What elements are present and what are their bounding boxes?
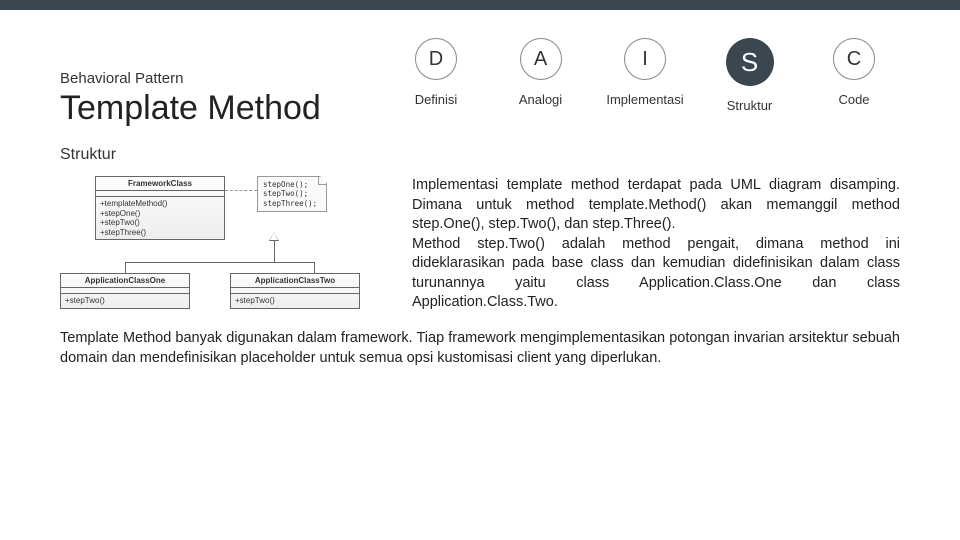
uml-diagram: FrameworkClass +templateMethod() +stepOn…: [60, 176, 390, 313]
uml-child-two: ApplicationClassTwo +stepTwo(): [230, 273, 360, 309]
tab-analogi[interactable]: A Analogi: [495, 38, 587, 113]
tab-label: Code: [838, 92, 869, 107]
body-paragraph-1: Implementasi template method terdapat pa…: [412, 176, 900, 235]
title-block: Behavioral Pattern Template Method: [60, 30, 390, 128]
uml-class-name: ApplicationClassOne: [61, 274, 189, 288]
tab-label: Definisi: [415, 92, 458, 107]
top-bar: [0, 0, 960, 10]
tab-struktur[interactable]: S Struktur: [704, 38, 796, 113]
tab-implementasi[interactable]: I Implementasi: [599, 38, 691, 113]
uml-class-name: FrameworkClass: [96, 177, 224, 191]
uml-class-ops: +stepTwo(): [61, 294, 189, 308]
uml-framework-class: FrameworkClass +templateMethod() +stepOn…: [95, 176, 225, 240]
uml-note: stepOne(); stepTwo(); stepThree();: [257, 176, 327, 212]
tab-circle: D: [415, 38, 457, 80]
body-paragraph-2: Method step.Two() adalah method pengait,…: [412, 235, 900, 313]
uml-class-ops: +templateMethod() +stepOne() +stepTwo() …: [96, 197, 224, 239]
tab-label: Analogi: [519, 92, 562, 107]
uml-inheritance-arrow: [274, 240, 275, 262]
tab-circle: C: [833, 38, 875, 80]
tab-circle: S: [726, 38, 774, 86]
footer-paragraph: Template Method banyak digunakan dalam f…: [60, 329, 900, 368]
page-title: Template Method: [60, 89, 390, 128]
subtitle: Behavioral Pattern: [60, 70, 390, 87]
body-text: Implementasi template method terdapat pa…: [412, 176, 900, 313]
tab-label: Struktur: [727, 98, 773, 113]
nav-tabs: D Definisi A Analogi I Implementasi S St…: [390, 30, 900, 113]
tab-circle: A: [520, 38, 562, 80]
section-label: Struktur: [60, 146, 900, 164]
tab-definisi[interactable]: D Definisi: [390, 38, 482, 113]
uml-child-one: ApplicationClassOne +stepTwo(): [60, 273, 190, 309]
uml-class-name: ApplicationClassTwo: [231, 274, 359, 288]
uml-note-connector: [225, 190, 257, 191]
tab-code[interactable]: C Code: [808, 38, 900, 113]
tab-label: Implementasi: [606, 92, 683, 107]
uml-class-ops: +stepTwo(): [231, 294, 359, 308]
tab-circle: I: [624, 38, 666, 80]
